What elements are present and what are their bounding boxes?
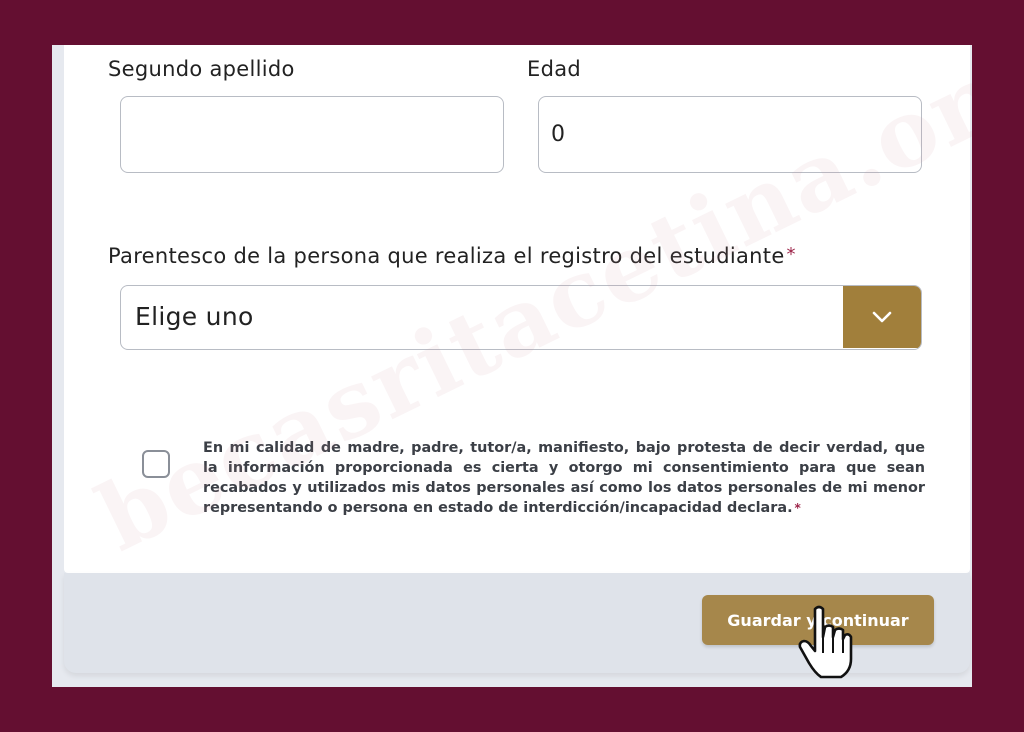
required-marker: *	[786, 244, 796, 265]
save-continue-button[interactable]: Guardar y continuar	[702, 595, 934, 645]
second-surname-input[interactable]	[120, 96, 504, 173]
dropdown-toggle-button[interactable]	[843, 286, 921, 348]
relationship-label-text: Parentesco de la persona que realiza el …	[108, 244, 785, 268]
second-surname-label: Segundo apellido	[108, 57, 295, 81]
relationship-selected-value: Elige uno	[135, 302, 254, 331]
relationship-select[interactable]: Elige uno	[120, 285, 922, 350]
age-input[interactable]	[538, 96, 922, 173]
age-label: Edad	[527, 57, 581, 81]
chevron-down-icon	[872, 311, 892, 323]
consent-required-marker: *	[794, 501, 801, 515]
form-window: Segundo apellido Edad Parentesco de la p…	[52, 45, 972, 687]
consent-text: En mi calidad de madre, padre, tutor/a, …	[203, 438, 925, 518]
consent-checkbox[interactable]	[142, 450, 170, 478]
consent-text-body: En mi calidad de madre, padre, tutor/a, …	[203, 440, 925, 516]
form-card: Segundo apellido Edad Parentesco de la p…	[64, 45, 970, 573]
relationship-label: Parentesco de la persona que realiza el …	[108, 244, 796, 268]
